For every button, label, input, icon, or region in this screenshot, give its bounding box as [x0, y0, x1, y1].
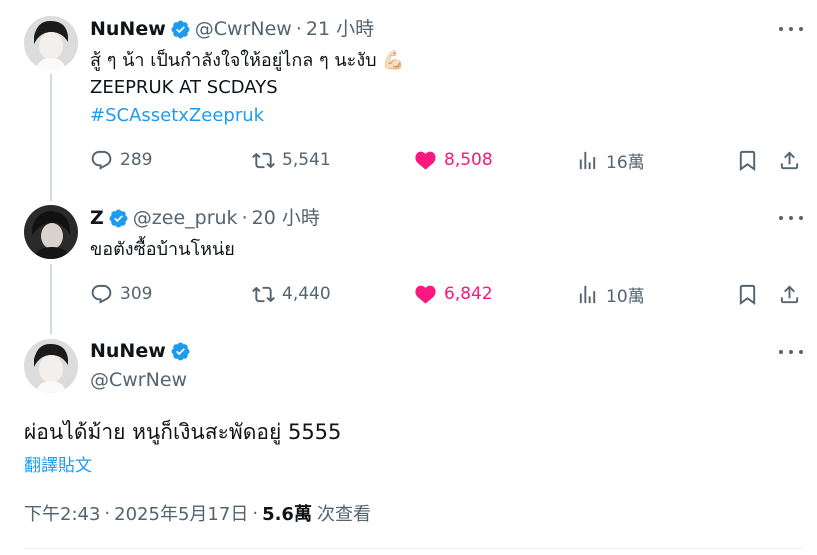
verified-badge-icon: [108, 208, 129, 229]
translate-post-link[interactable]: 翻譯貼文: [24, 451, 92, 476]
tweet-text-line: ZEEPRUK AT SCDAYS: [90, 77, 278, 98]
reply-count: 309: [120, 284, 153, 304]
retweet-count: 4,440: [282, 284, 331, 304]
tweet-meta: 下午2:43 · 2025年5月17日 · 5.6萬 次查看: [24, 500, 371, 526]
divider: [24, 548, 803, 549]
bookmark-button[interactable]: [736, 280, 766, 308]
thread-line: [50, 264, 52, 334]
tweet-time[interactable]: 20 小時: [252, 206, 320, 230]
like-count: 8,508: [444, 150, 493, 170]
reply-button[interactable]: 309: [90, 280, 152, 308]
hashtag-link[interactable]: #SCAssetxZeepruk: [90, 104, 264, 128]
action-bar: 289 5,541 8,508 16萬: [90, 146, 802, 174]
separator-dot: ·: [104, 502, 111, 524]
views-icon: [579, 285, 596, 303]
retweet-icon: [252, 152, 275, 168]
bookmark-icon: [739, 150, 756, 171]
views-button[interactable]: 16萬: [576, 146, 645, 174]
bookmark-icon: [739, 284, 756, 305]
retweet-button[interactable]: 5,541: [252, 146, 331, 174]
retweet-icon: [252, 286, 275, 302]
like-button[interactable]: 8,508: [414, 146, 493, 174]
action-bar: 309 4,440 6,842 10萬: [90, 280, 802, 308]
like-button[interactable]: 6,842: [414, 280, 493, 308]
tweet-text: ผ่อนได้ม้าย หนูก็เงินสะพัดอยู่ 5555: [24, 420, 342, 444]
thread-line: [50, 74, 52, 201]
author-handle[interactable]: @zee_pruk: [133, 206, 238, 230]
views-count: 5.6萬: [262, 504, 312, 525]
more-icon[interactable]: [779, 208, 803, 228]
tweet-header: Z @zee_pruk · 20 小時: [90, 206, 320, 230]
views-label: 次查看: [316, 504, 371, 525]
heart-icon: [415, 285, 436, 304]
share-button[interactable]: [778, 146, 808, 174]
tweet-time[interactable]: 下午2:43: [24, 500, 100, 526]
bookmark-button[interactable]: [736, 146, 766, 174]
tweet-text: ขอตังซื้อบ้านโหน่ย: [90, 239, 235, 260]
flexed-biceps-emoji: 💪🏻: [382, 50, 405, 71]
separator-dot: ·: [295, 18, 302, 40]
avatar[interactable]: [24, 16, 78, 70]
like-count: 6,842: [444, 284, 493, 304]
author-handle[interactable]: @CwrNew: [90, 369, 187, 391]
tweet-text: สู้ ๆ น้า เป็นกำลังใจให้อยู่ไกล ๆ นะงับ: [90, 50, 377, 71]
reply-button[interactable]: 289: [90, 146, 152, 174]
tweet-text-line: สู้ ๆ น้า เป็นกำลังใจให้อยู่ไกล ๆ นะงับ …: [90, 49, 405, 73]
author-name[interactable]: NuNew: [90, 340, 166, 362]
author-header: NuNew: [90, 340, 195, 362]
verified-badge-icon: [170, 341, 191, 362]
share-button[interactable]: [778, 280, 808, 308]
share-icon: [780, 150, 799, 169]
reply-icon: [91, 284, 112, 304]
separator-dot: ·: [241, 207, 248, 229]
more-icon[interactable]: [779, 342, 803, 362]
more-icon[interactable]: [779, 19, 803, 39]
views-count: 10萬: [606, 286, 645, 307]
views-icon: [579, 151, 596, 169]
views-button[interactable]: 10萬: [576, 280, 645, 308]
avatar[interactable]: [24, 339, 78, 393]
reply-count: 289: [120, 150, 153, 170]
verified-badge-icon: [170, 19, 191, 40]
author-handle[interactable]: @CwrNew: [195, 17, 292, 41]
reply-icon: [91, 150, 112, 170]
views-count: 16萬: [606, 152, 645, 173]
heart-icon: [415, 151, 436, 170]
separator-dot: ·: [252, 502, 259, 524]
tweet-date[interactable]: 2025年5月17日: [114, 500, 248, 526]
retweet-count: 5,541: [282, 150, 331, 170]
author-name[interactable]: NuNew: [90, 17, 166, 41]
author-name[interactable]: Z: [90, 206, 104, 230]
avatar[interactable]: [24, 205, 78, 259]
retweet-button[interactable]: 4,440: [252, 280, 331, 308]
tweet-time[interactable]: 21 小時: [306, 17, 374, 41]
tweet-header: NuNew @CwrNew · 21 小時: [90, 17, 374, 41]
share-icon: [780, 284, 799, 303]
